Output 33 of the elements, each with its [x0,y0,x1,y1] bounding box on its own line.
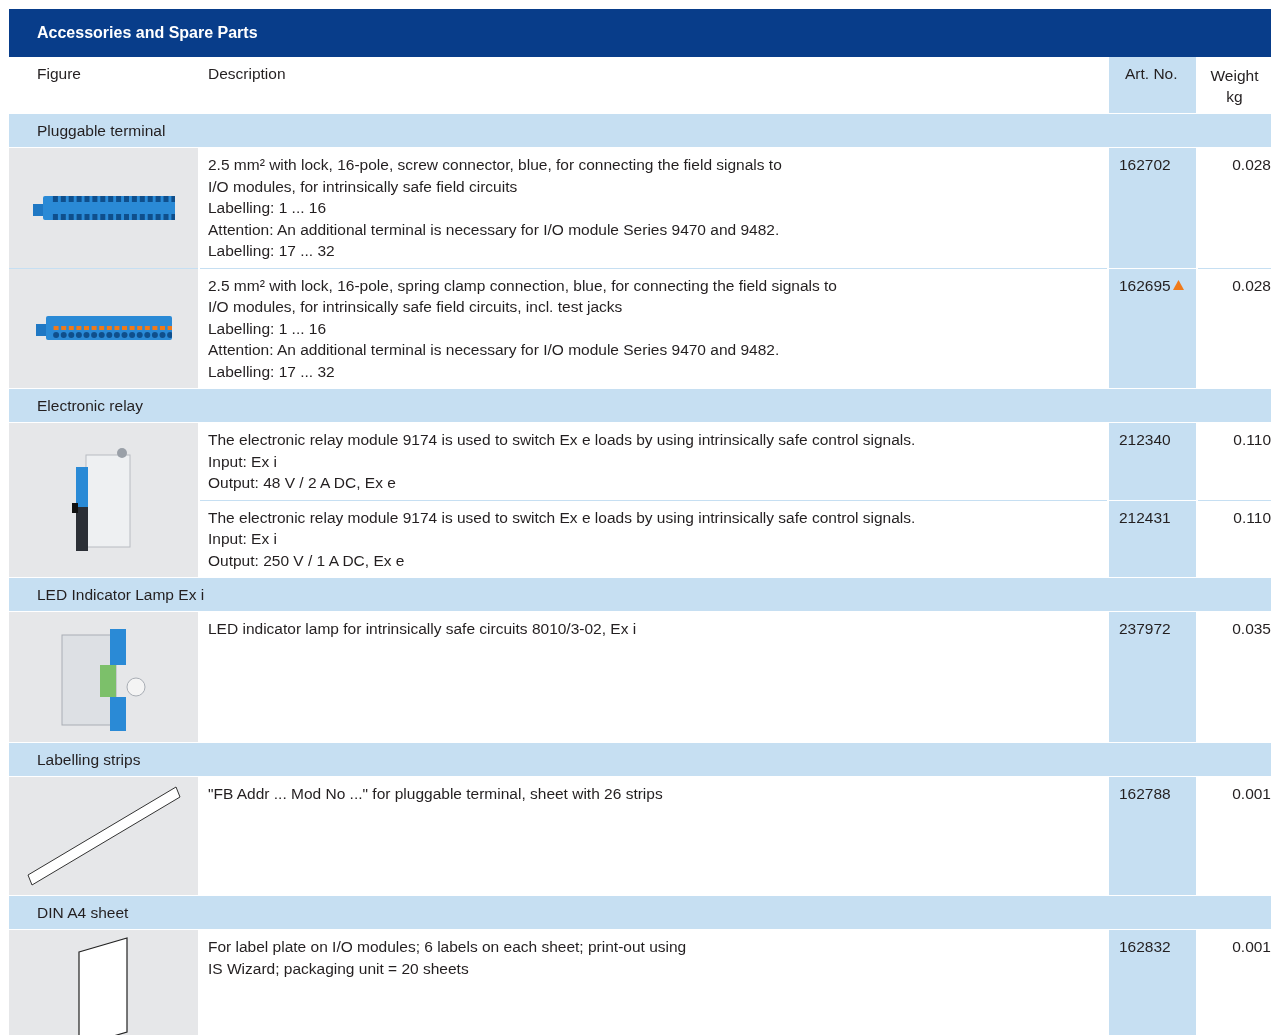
weight-cell-text: 0.001 [1231,937,1271,957]
group-header: Labelling strips [9,743,1271,776]
column-header: Figure [36,64,82,84]
triangle-icon [1172,279,1184,290]
column-header: Weight kg [1209,66,1260,107]
article-number: 162788 [1119,784,1171,804]
group-header: DIN A4 sheet [9,896,1271,929]
article-number: 162832 [1119,937,1171,957]
weight-cell-text: 0.028 [1231,155,1271,175]
group-header: LED Indicator Lamp Ex i [9,578,1271,611]
group-header: Electronic relay [9,389,1271,422]
weight-cell: 0.028 [1198,267,1271,388]
article-number: 237972 [1119,619,1171,639]
weight-cell: 0.110 [1198,499,1271,577]
section-title: Accessories and Spare Parts [9,9,1271,57]
terminal-block-icon [35,314,172,343]
column-header: Art. No. [1109,57,1196,113]
description-cell: 2.5 mm² with lock, 16-pole, spring clamp connection, blue, for connecting the field signals to I/O modules, for intrinsically safe field circuits, incl. test jacks Labelling: 1 ... 16 Attention: An additional terminal is necessary for I/O module Series 9470 and 9482. Labelling: 17 ... 32 [200,267,1107,388]
article-number: 162702 [1119,155,1171,175]
description-cell-text: LED indicator lamp for intrinsically safe circuits 8010/3-02, Ex i [207,619,638,639]
description-cell-text: "FB Addr ... Mod No ..." for pluggable terminal, sheet with 26 strips [207,784,664,804]
description-cell-text: The electronic relay module 9174 is used to switch Ex e loads by using intrinsically safe control signals. Input: Ex i Output: 48 V / 2 A DC, Ex e [207,430,917,493]
column-header: Description [207,64,287,84]
group-header: Pluggable terminal [9,114,1271,147]
weight-cell-text: 0.035 [1231,619,1271,639]
description-cell-text: 2.5 mm² with lock, 16-pole, screw connector, blue, for connecting the field signals to I/O modules, for intrinsically safe field circuits Labelling: 1 ... 16 Attention: An additional terminal is necessary for I/O module Series 9470 and 9482. Labelling: 17 ... 32 [207,155,783,261]
description-cell: The electronic relay module 9174 is used to switch Ex e loads by using intrinsically safe control signals. Input: Ex i Output: 250 V / 1 A DC, Ex e [200,499,1107,577]
article-number: 212431 [1119,507,1171,528]
weight-cell-text: 0.110 [1232,430,1271,450]
description-cell-text: For label plate on I/O modules; 6 labels on each sheet; print-out using IS Wizard; packaging unit = 20 sheets [207,937,688,979]
weight-cell-text: 0.001 [1231,784,1271,804]
article-number: 162695 [1119,275,1171,296]
article-number: 212340 [1119,430,1171,450]
